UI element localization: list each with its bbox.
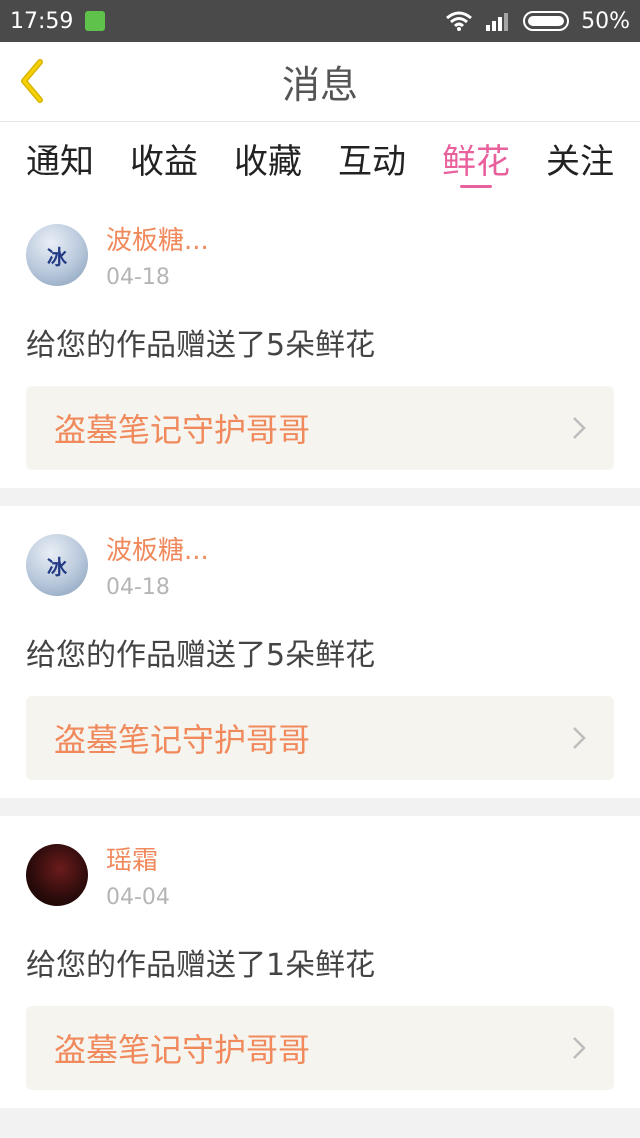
item-meta: 波板糖... 04-18 bbox=[106, 220, 209, 290]
work-link[interactable]: 盗墓笔记守护哥哥 bbox=[26, 696, 614, 780]
message-text: 给您的作品赠送了5朵鲜花 bbox=[26, 638, 376, 673]
battery-percent: 50% bbox=[581, 8, 630, 34]
chevron-right-icon bbox=[573, 727, 586, 749]
user-name[interactable]: 瑶霜 bbox=[106, 840, 170, 877]
nav-bar: 消息 bbox=[0, 42, 640, 122]
tab-favorites[interactable]: 收藏 bbox=[234, 122, 302, 194]
tab-bar: 通知 收益 收藏 互动 鲜花 关注 bbox=[0, 122, 640, 194]
status-right: 50% bbox=[445, 9, 630, 34]
message-date: 04-18 bbox=[106, 575, 170, 600]
user-name[interactable]: 波板糖... bbox=[106, 220, 209, 257]
chevron-right-icon bbox=[573, 417, 586, 439]
user-name[interactable]: 波板糖... bbox=[106, 530, 209, 567]
list-item: 冰 波板糖... 04-18 给您的作品赠送了5朵鲜花 盗墓笔记守护哥哥 bbox=[0, 506, 640, 798]
work-title: 盗墓笔记守护哥哥 bbox=[54, 1031, 311, 1069]
page-title: 消息 bbox=[281, 63, 358, 107]
message-text: 给您的作品赠送了1朵鲜花 bbox=[26, 948, 376, 983]
work-link[interactable]: 盗墓笔记守护哥哥 bbox=[26, 1006, 614, 1090]
tab-notice[interactable]: 通知 bbox=[26, 122, 94, 194]
signal-icon bbox=[486, 13, 509, 31]
tab-follow[interactable]: 关注 bbox=[546, 122, 614, 194]
message-date: 04-18 bbox=[106, 265, 170, 290]
android-notification-icon bbox=[85, 11, 106, 31]
work-title: 盗墓笔记守护哥哥 bbox=[54, 721, 311, 759]
item-meta: 波板糖... 04-18 bbox=[106, 530, 209, 600]
list-item: 冰 波板糖... 04-18 给您的作品赠送了5朵鲜花 盗墓笔记守护哥哥 bbox=[0, 194, 640, 488]
message-list: 冰 波板糖... 04-18 给您的作品赠送了5朵鲜花 盗墓笔记守护哥哥 冰 波… bbox=[0, 194, 640, 1126]
item-header: 瑶霜 04-04 bbox=[26, 840, 614, 924]
tab-flowers[interactable]: 鲜花 bbox=[442, 122, 510, 194]
battery-icon bbox=[523, 11, 570, 31]
chevron-right-icon bbox=[573, 1037, 586, 1059]
work-link[interactable]: 盗墓笔记守护哥哥 bbox=[26, 386, 614, 470]
status-time: 17:59 bbox=[10, 8, 74, 34]
item-header: 冰 波板糖... 04-18 bbox=[26, 530, 614, 614]
list-item: 瑶霜 04-04 给您的作品赠送了1朵鲜花 盗墓笔记守护哥哥 bbox=[0, 816, 640, 1108]
item-header: 冰 波板糖... 04-18 bbox=[26, 220, 614, 304]
tab-income[interactable]: 收益 bbox=[130, 122, 198, 194]
message-text: 给您的作品赠送了5朵鲜花 bbox=[26, 328, 376, 363]
status-bar: 17:59 50% bbox=[0, 0, 640, 42]
avatar[interactable]: 冰 bbox=[26, 224, 88, 286]
message-date: 04-04 bbox=[106, 885, 170, 910]
back-icon[interactable] bbox=[14, 56, 54, 106]
wifi-icon bbox=[446, 11, 473, 31]
work-title: 盗墓笔记守护哥哥 bbox=[54, 411, 311, 449]
avatar[interactable] bbox=[26, 844, 88, 906]
tab-interaction[interactable]: 互动 bbox=[338, 122, 406, 194]
item-meta: 瑶霜 04-04 bbox=[106, 840, 170, 910]
avatar[interactable]: 冰 bbox=[26, 534, 88, 596]
